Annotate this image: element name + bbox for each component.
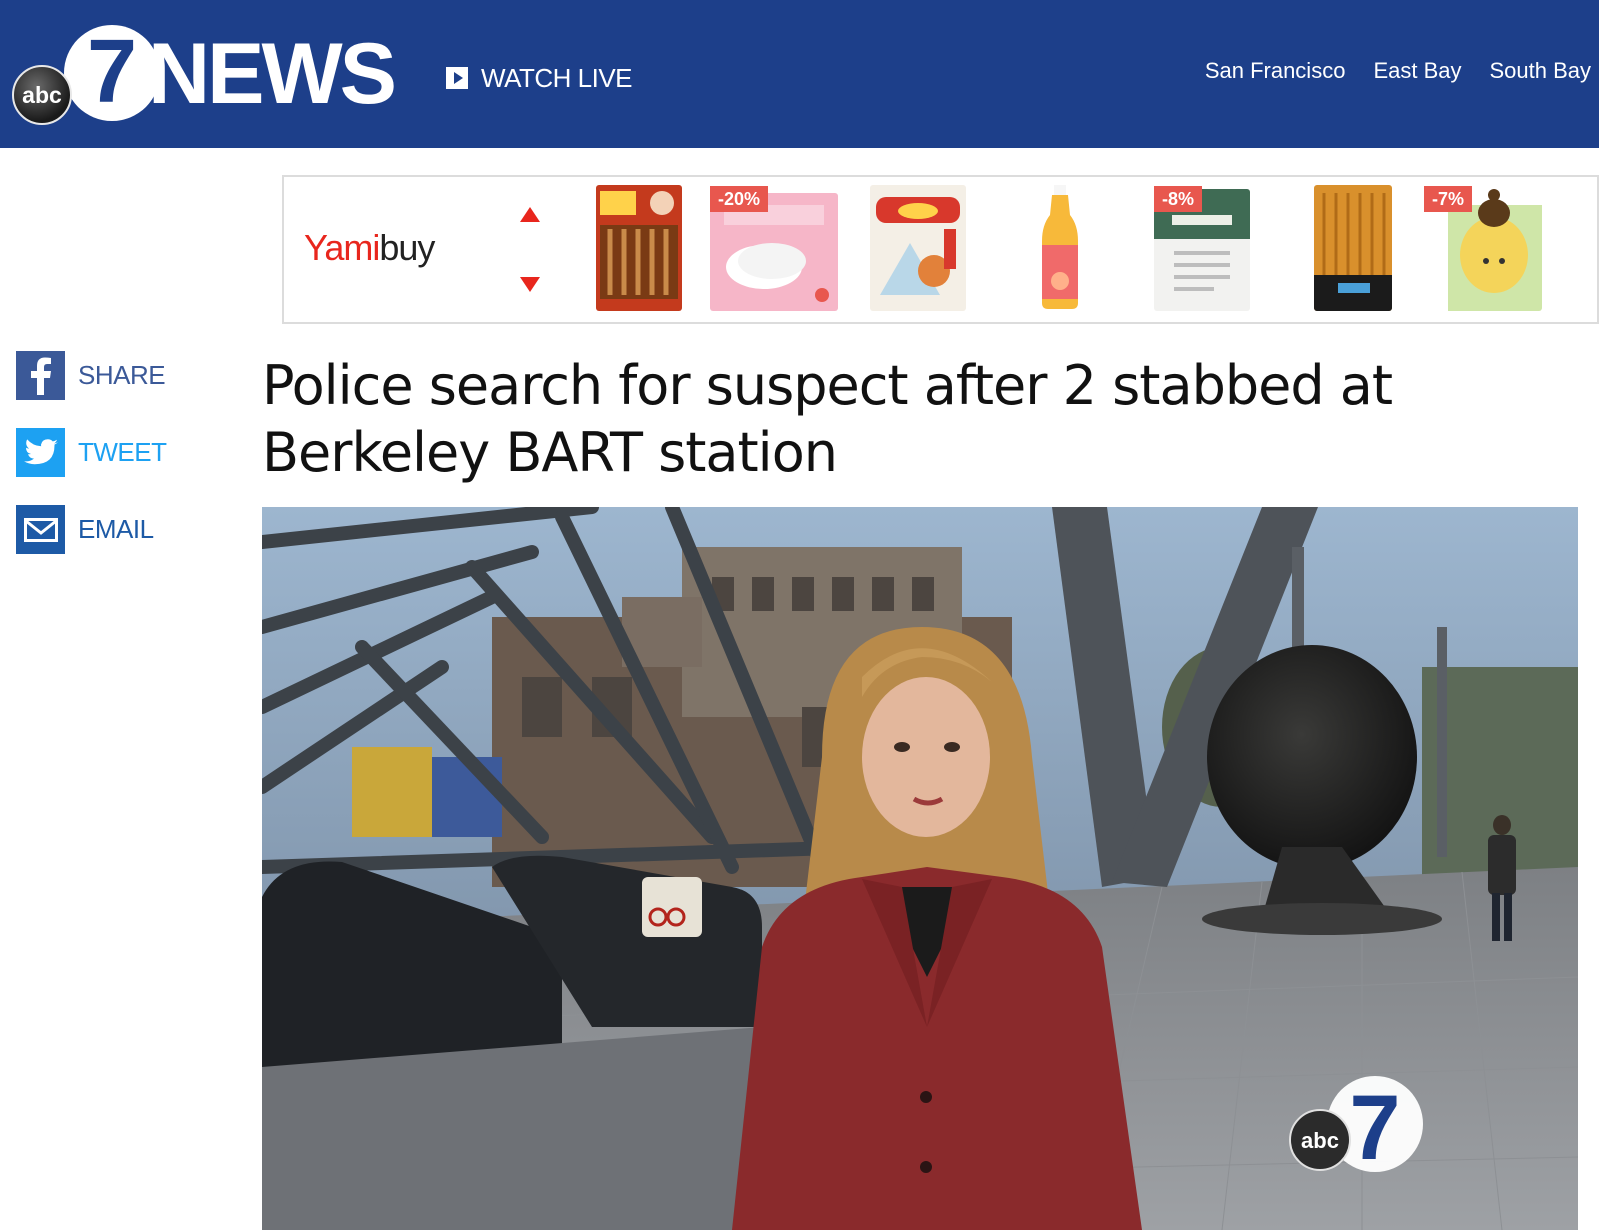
ad-scroll-up-icon[interactable] [520, 207, 540, 222]
logo-wordmark: NEWS [148, 26, 397, 122]
ad-product-chips[interactable] [870, 183, 966, 311]
site-header: 7 abc NEWS WATCH LIVE San Francisco East… [0, 0, 1599, 148]
watermark-seven: 7 [1349, 1077, 1400, 1179]
ad-product-spicy-snack[interactable] [596, 183, 686, 311]
email-label: EMAIL [78, 514, 154, 544]
share-label: SHARE [78, 360, 166, 390]
watch-live-link[interactable]: WATCH LIVE [446, 60, 633, 96]
tweet-label: TWEET [78, 437, 167, 467]
peach-tea-bottle-image [1042, 185, 1078, 309]
nav-san-francisco[interactable]: San Francisco [1205, 58, 1346, 84]
discount-badge: -8% [1154, 186, 1203, 212]
ad-product-cotton-pads[interactable]: -20% [710, 183, 838, 311]
abc-badge: abc [12, 65, 72, 125]
chips-bag-image [870, 185, 966, 311]
reporter-video-frame: 7 abc [262, 507, 1578, 1230]
ad-product-face-mask[interactable]: -8% [1154, 183, 1254, 311]
ad-product-honey-mask[interactable]: -7% [1424, 183, 1542, 311]
article-video-player[interactable]: 7 abc [262, 507, 1578, 1230]
discount-badge: -7% [1424, 186, 1473, 212]
watch-live-label: WATCH LIVE [481, 62, 633, 93]
article-headline: Police search for suspect after 2 stabbe… [262, 354, 1393, 484]
dried-snack-image [1314, 185, 1392, 311]
facebook-icon [16, 351, 65, 400]
share-twitter-button[interactable]: TWEET [16, 428, 167, 477]
twitter-icon [16, 428, 65, 477]
spicy-snack-image [596, 185, 682, 311]
play-icon [446, 67, 468, 89]
share-facebook-button[interactable]: SHARE [16, 351, 166, 400]
ad-scroll-down-icon[interactable] [520, 277, 540, 292]
logo-seven: 7 [86, 22, 138, 122]
nav-south-bay[interactable]: South Bay [1489, 58, 1591, 84]
email-icon [16, 505, 65, 554]
region-nav: San Francisco East Bay South Bay [1205, 58, 1591, 84]
abc7-news-logo[interactable]: 7 abc NEWS [12, 20, 412, 130]
yamibuy-ad-banner[interactable]: Yamibuy -20% -8% -7% [282, 175, 1599, 324]
watermark-abc: abc [1301, 1128, 1339, 1153]
discount-badge: -20% [710, 186, 769, 212]
yamibuy-logo[interactable]: Yamibuy [304, 227, 435, 269]
nav-east-bay[interactable]: East Bay [1373, 58, 1461, 84]
ad-product-peach-tea[interactable] [1038, 183, 1082, 311]
share-email-button[interactable]: EMAIL [16, 505, 154, 554]
ad-product-dried-snack[interactable] [1314, 183, 1394, 311]
